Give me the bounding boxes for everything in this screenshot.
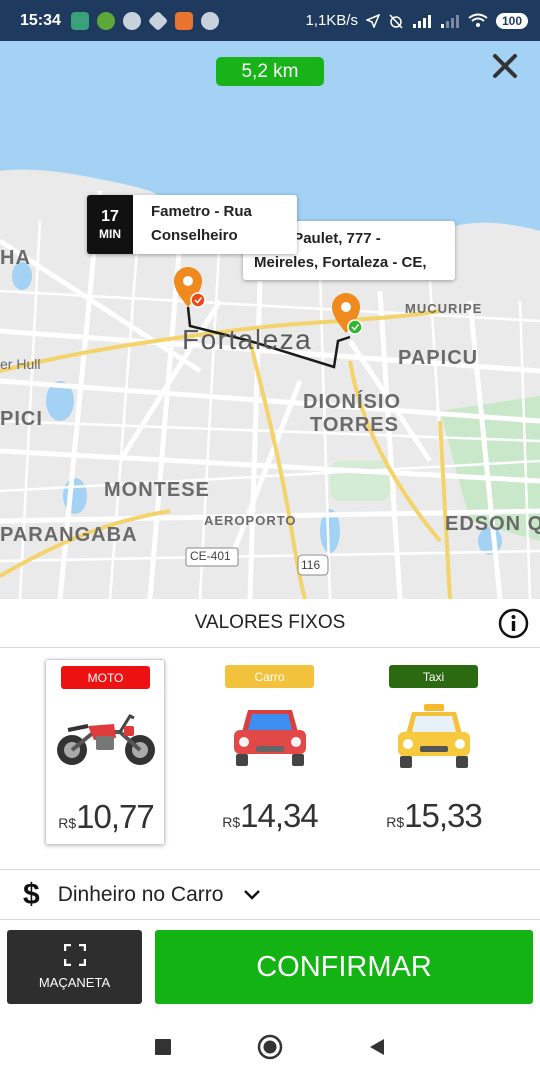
alarm-off-icon — [389, 13, 403, 29]
wifi-icon — [468, 13, 488, 27]
map-label-mucuripe: MUCURIPE — [405, 301, 483, 316]
vehicle-options: MOTO R$10,77 Carro R$14,34 Taxi R$15,33 — [0, 648, 540, 870]
circle-notification-icon-2 — [200, 11, 219, 30]
close-icon — [493, 54, 517, 78]
vehicle-option-carro[interactable]: Carro R$14,34 — [210, 659, 330, 845]
expand-icon — [63, 944, 86, 966]
eta-value: 17 — [101, 207, 119, 225]
map-label-city: Fortaleza — [182, 324, 313, 355]
vehicle-option-taxi[interactable]: Taxi R$15,33 — [374, 659, 494, 845]
signal-icon — [412, 14, 431, 28]
home-icon[interactable] — [257, 1034, 283, 1060]
car-icon — [210, 697, 330, 777]
eta-badge: 17 MIN — [87, 195, 133, 254]
values-title: VALORES FIXOS — [194, 612, 346, 633]
payment-method-label: Dinheiro no Carro — [57, 882, 224, 906]
map-label-ha: HA — [0, 247, 31, 269]
vehicle-price-taxi: R$15,33 — [374, 797, 494, 835]
price-amount: 10,77 — [76, 798, 155, 835]
chevron-down-icon — [244, 889, 261, 900]
taxi-icon — [374, 697, 494, 777]
currency-symbol: R$ — [58, 815, 77, 831]
map-label-hull: er Hull — [0, 356, 41, 372]
map-label-pici: PICI — [0, 408, 43, 430]
vehicle-price-moto: R$10,77 — [46, 798, 166, 836]
road-label-ce401: CE-401 — [190, 549, 231, 563]
back-icon[interactable] — [368, 1038, 386, 1056]
location-arrow-icon — [365, 13, 380, 28]
motorcycle-icon — [46, 698, 166, 778]
price-amount: 14,34 — [240, 797, 319, 834]
circle-notification-icon — [122, 11, 141, 30]
close-button[interactable] — [492, 53, 526, 87]
system-nav-bar — [0, 1014, 540, 1080]
status-time: 15:34 — [20, 11, 61, 29]
orange-app-notification-icon — [174, 11, 193, 30]
vehicle-tag-carro: Carro — [225, 665, 314, 688]
route-map[interactable]: Fortaleza MUCURIPE PAPICU DIONÍSIO TORRE… — [0, 41, 540, 599]
map-label-dionisio-2: TORRES — [310, 414, 399, 436]
distance-badge: 5,2 km — [216, 57, 324, 86]
map-label-parangaba: PARANGABA — [0, 524, 138, 546]
map-label-edson: EDSON Q — [445, 513, 540, 535]
origin-address-line2: Conselheiro — [151, 227, 238, 244]
vehicle-tag-moto: MOTO — [61, 666, 150, 689]
recents-icon[interactable] — [154, 1038, 172, 1056]
payment-selector[interactable]: $ Dinheiro no Carro — [0, 870, 540, 920]
network-speed: 1,1KB/s — [305, 12, 358, 29]
values-header: VALORES FIXOS — [0, 599, 540, 648]
vehicle-option-moto[interactable]: MOTO R$10,77 — [45, 659, 165, 845]
info-icon[interactable] — [498, 608, 529, 639]
confirm-button[interactable]: CONFIRMAR — [155, 930, 533, 1004]
origin-callout[interactable]: 17 MIN Fametro - Rua Conselheiro — [87, 195, 297, 254]
signal-weak-icon — [440, 14, 459, 28]
map-label-montese: MONTESE — [104, 479, 210, 501]
currency-symbol: R$ — [222, 814, 241, 830]
dollar-icon: $ — [23, 877, 40, 911]
android-notification-icon — [70, 11, 89, 30]
app-notification-icon — [96, 11, 115, 30]
road-label-116: 116 — [301, 558, 321, 572]
destination-address-line2: Meireles, Fortaleza - CE, — [254, 254, 427, 271]
eta-unit: MIN — [99, 226, 121, 241]
battery-indicator: 100 — [495, 12, 528, 29]
price-amount: 15,33 — [404, 797, 483, 834]
handle-button-label: MAÇANETA — [38, 975, 111, 990]
map-label-papicu: PAPICU — [398, 347, 479, 369]
map-label-aeroporto: AEROPORTO — [204, 513, 297, 528]
handle-button[interactable]: MAÇANETA — [7, 930, 142, 1004]
vehicle-tag-taxi: Taxi — [389, 665, 478, 688]
map-label-dionisio-1: DIONÍSIO — [303, 391, 402, 413]
currency-symbol: R$ — [386, 814, 405, 830]
diamond-notification-icon — [147, 10, 169, 31]
status-bar: 15:34 1,1KB/s 100 — [0, 0, 540, 41]
origin-address-line1: Fametro - Rua — [151, 203, 252, 220]
vehicle-price-carro: R$14,34 — [210, 797, 330, 835]
